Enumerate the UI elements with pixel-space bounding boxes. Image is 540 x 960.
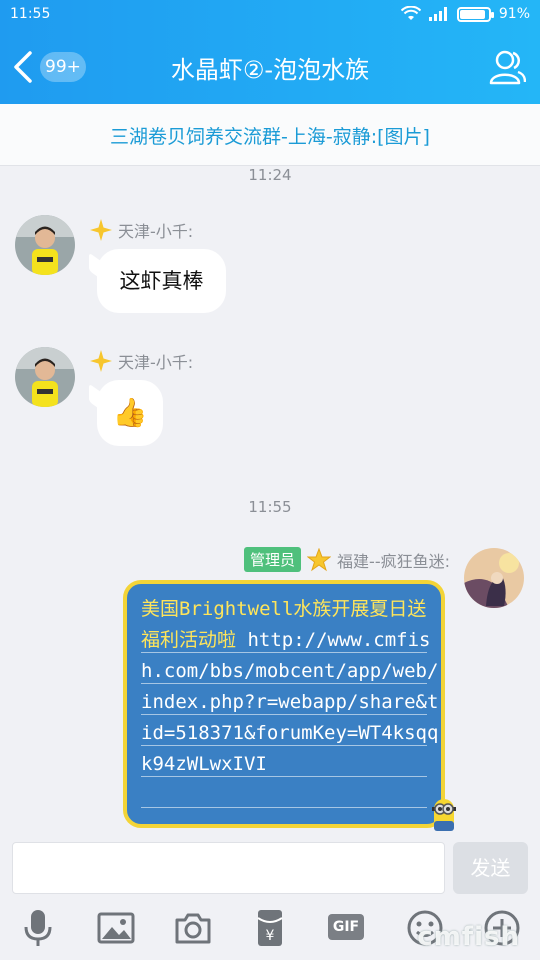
avatar[interactable] bbox=[15, 347, 75, 407]
minion-sticker-icon bbox=[432, 799, 456, 831]
battery-icon bbox=[456, 6, 494, 22]
admin-tag: 管理员 bbox=[244, 547, 302, 572]
image-icon[interactable] bbox=[96, 908, 136, 948]
message-bubble[interactable]: 这虾真棒 bbox=[97, 249, 226, 313]
title-bar: 99+ 水晶虾②-泡泡水族 bbox=[0, 32, 540, 104]
composer: 发送 bbox=[0, 838, 540, 898]
sender-name: 天津-小千: bbox=[90, 349, 193, 373]
message-bubble[interactable]: 👍 bbox=[97, 380, 163, 446]
avatar[interactable] bbox=[15, 215, 75, 275]
status-time: 11:55 bbox=[10, 6, 51, 22]
signal-icon bbox=[428, 7, 447, 21]
sender-name: 天津-小千: bbox=[90, 218, 193, 242]
link-message-card[interactable]: 美国Brightwell水族开展夏日送福利活动啦 http://www.cmfi… bbox=[123, 580, 445, 828]
unread-badge[interactable]: 99+ bbox=[40, 52, 86, 82]
camera-icon[interactable] bbox=[173, 908, 213, 948]
sender-name: 管理员 福建--疯狂鱼迷: bbox=[244, 547, 450, 572]
mic-icon[interactable] bbox=[18, 908, 58, 948]
thumbs-up-emoji: 👍 bbox=[112, 396, 148, 429]
gif-icon[interactable]: GIF bbox=[328, 908, 368, 948]
vip-star-icon bbox=[90, 350, 112, 372]
vip-star-icon bbox=[307, 547, 332, 571]
chat-title: 水晶虾②-泡泡水族 bbox=[170, 56, 370, 84]
top-bar: 11:55 91% 99+ 水晶虾②-泡泡水族 bbox=[0, 0, 540, 104]
red-packet-icon[interactable]: ¥ bbox=[250, 908, 290, 948]
sender-label: 天津-小千: bbox=[118, 222, 194, 241]
input-toolbar: ¥ GIF cmfish bbox=[0, 898, 540, 960]
timestamp: 11:55 bbox=[248, 498, 292, 516]
message-text: 这虾真棒 bbox=[119, 269, 204, 293]
watermark: cmfish bbox=[417, 922, 520, 952]
send-button[interactable]: 发送 bbox=[453, 842, 528, 894]
pinned-notice-text: 三湖卷贝饲养交流群-上海-寂静:[图片] bbox=[110, 126, 430, 148]
sender-label: 天津-小千: bbox=[118, 353, 194, 372]
pinned-notice[interactable]: 三湖卷贝饲养交流群-上海-寂静:[图片] bbox=[0, 104, 540, 166]
vip-star-icon bbox=[90, 219, 112, 241]
sender-label: 福建--疯狂鱼迷: bbox=[337, 551, 450, 571]
avatar[interactable] bbox=[464, 548, 524, 608]
battery-percent: 91% bbox=[498, 6, 530, 22]
wifi-icon bbox=[400, 6, 421, 20]
message-input[interactable] bbox=[12, 842, 445, 894]
back-icon[interactable] bbox=[10, 50, 36, 84]
status-bar: 11:55 91% bbox=[0, 0, 540, 32]
contacts-icon[interactable] bbox=[488, 48, 526, 86]
svg-text:¥: ¥ bbox=[266, 928, 275, 944]
status-icons: 91% bbox=[400, 6, 530, 22]
gif-label: GIF bbox=[328, 914, 364, 940]
link-message-text[interactable]: 美国Brightwell水族开展夏日送福利活动啦 http://www.cmfi… bbox=[141, 594, 441, 780]
timestamp: 11:24 bbox=[248, 166, 292, 184]
